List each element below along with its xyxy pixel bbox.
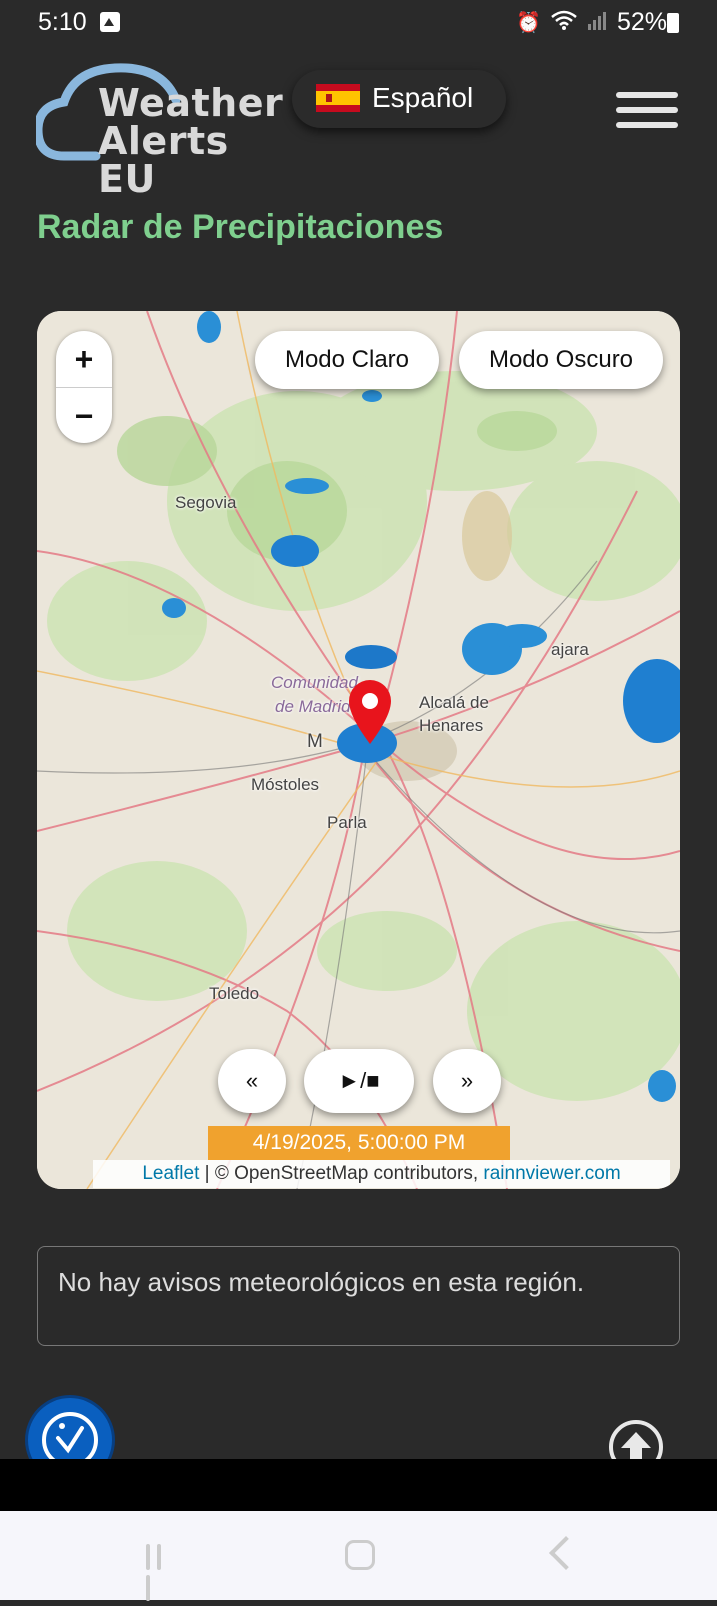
radar-timestamp: 4/19/2025, 5:00:00 PM [208, 1126, 510, 1160]
map-attribution: Leaflet | © OpenStreetMap contributors, … [93, 1160, 670, 1188]
previous-frame-button[interactable]: « [218, 1049, 286, 1113]
logo-text: Weather Alerts EU [98, 84, 283, 198]
status-bar: 5:10 ⏰ 52% [0, 0, 717, 46]
map-label: Henares [419, 716, 484, 735]
map-label: M [307, 731, 323, 752]
site-logo[interactable]: Weather Alerts EU [36, 62, 283, 198]
map-label: de Madrid [275, 697, 351, 716]
zoom-in-button[interactable]: + [56, 331, 112, 388]
status-time: 5:10 [38, 8, 87, 36]
map-label: ajara [551, 640, 589, 659]
map-label: Alcalá de [419, 693, 489, 712]
hamburger-menu-icon[interactable] [616, 92, 678, 136]
rainviewer-link[interactable]: rainnviewer.com [483, 1163, 620, 1185]
signal-icon [587, 10, 607, 36]
alerts-message: No hay avisos meteorológicos en esta reg… [58, 1267, 585, 1297]
recent-apps-icon[interactable] [146, 1544, 178, 1601]
zoom-out-button[interactable]: − [56, 388, 112, 443]
dark-mode-button[interactable]: Modo Oscuro [459, 331, 663, 389]
system-nav-bar [0, 1511, 717, 1601]
language-label: Español [372, 82, 474, 113]
location-pin-icon[interactable] [347, 678, 393, 746]
status-right: ⏰ 52% [516, 8, 667, 37]
logo-line1: Weather [98, 81, 284, 125]
battery-percent: 52% [616, 8, 667, 36]
zoom-control: + − [56, 331, 112, 443]
map-label: Toledo [209, 984, 260, 1003]
osm-attribution: | © OpenStreetMap contributors, [199, 1163, 484, 1184]
battery-icon [667, 13, 679, 33]
map-label: Parla [327, 813, 367, 832]
next-frame-button[interactable]: » [433, 1049, 501, 1113]
spain-flag-icon [316, 84, 360, 112]
back-icon[interactable] [549, 1536, 583, 1570]
map-label: Segovia [175, 493, 237, 512]
light-mode-button[interactable]: Modo Claro [255, 331, 439, 389]
home-icon[interactable] [345, 1540, 375, 1570]
map-label: Móstoles [251, 775, 320, 794]
alerts-box: No hay avisos meteorológicos en esta reg… [37, 1246, 680, 1346]
leaflet-link[interactable]: Leaflet [142, 1163, 199, 1185]
play-stop-button[interactable]: ►/■ [304, 1049, 414, 1113]
page-title: Radar de Precipitaciones [37, 208, 444, 246]
logo-line2: Alerts EU [98, 119, 229, 201]
radar-map[interactable]: Segovia Comunidad de Madrid M Alcalá de … [37, 311, 680, 1189]
image-icon [100, 12, 120, 32]
alarm-icon: ⏰ [516, 12, 541, 34]
footer-bar [0, 1459, 717, 1511]
map-label: Comunidad [271, 673, 358, 692]
wifi-icon [551, 10, 577, 36]
language-selector[interactable]: Español [292, 70, 506, 128]
